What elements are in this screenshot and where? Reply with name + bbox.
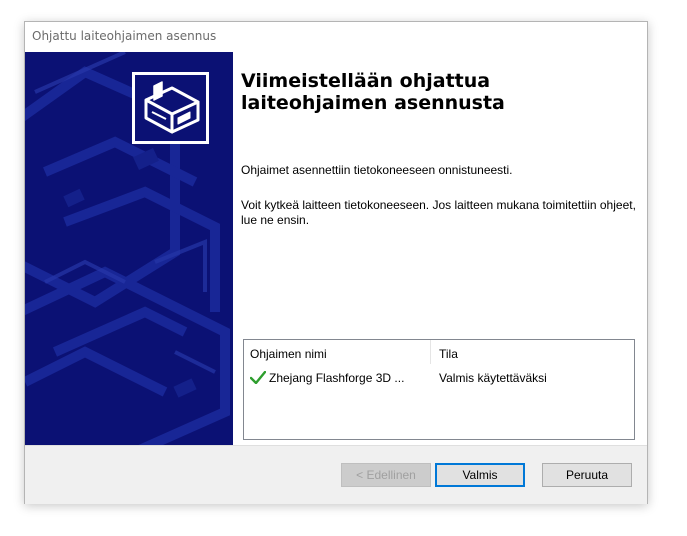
hardware-device-icon [132,72,209,144]
list-item[interactable]: Zhejang Flashforge 3D ... Valmis käytett… [244,367,634,387]
cancel-button[interactable]: Peruuta [542,463,632,487]
wizard-banner [25,52,233,445]
button-bar: < Edellinen Valmis Peruuta [25,445,647,504]
instructions-message: Voit kytkeä laitteen tietokoneeseen. Jos… [241,198,636,227]
check-icon [249,370,267,385]
driver-status: Valmis käytettäväksi [439,371,547,385]
column-header-status[interactable]: Tila [431,340,634,364]
window-title: Ohjattu laiteohjaimen asennus [32,29,217,43]
wizard-window: Ohjattu laiteohjaimen asennus Viimeistel… [24,21,648,504]
column-header-driver-name[interactable]: Ohjaimen nimi [244,340,431,364]
back-button[interactable]: < Edellinen [341,463,431,487]
page-heading: Viimeistellään ohjattua laiteohjaimen as… [241,70,505,114]
driver-name: Zhejang Flashforge 3D ... [269,371,405,385]
column-header-label: Ohjaimen nimi [250,347,327,361]
list-header: Ohjaimen nimi Tila [244,340,634,364]
finish-button[interactable]: Valmis [435,463,525,487]
column-header-label: Tila [439,347,458,361]
driver-list[interactable]: Ohjaimen nimi Tila Zhejang Flashforge 3D… [243,339,635,440]
title-bar[interactable]: Ohjattu laiteohjaimen asennus [25,22,647,52]
success-message: Ohjaimet asennettiin tietokoneeseen onni… [241,163,513,177]
